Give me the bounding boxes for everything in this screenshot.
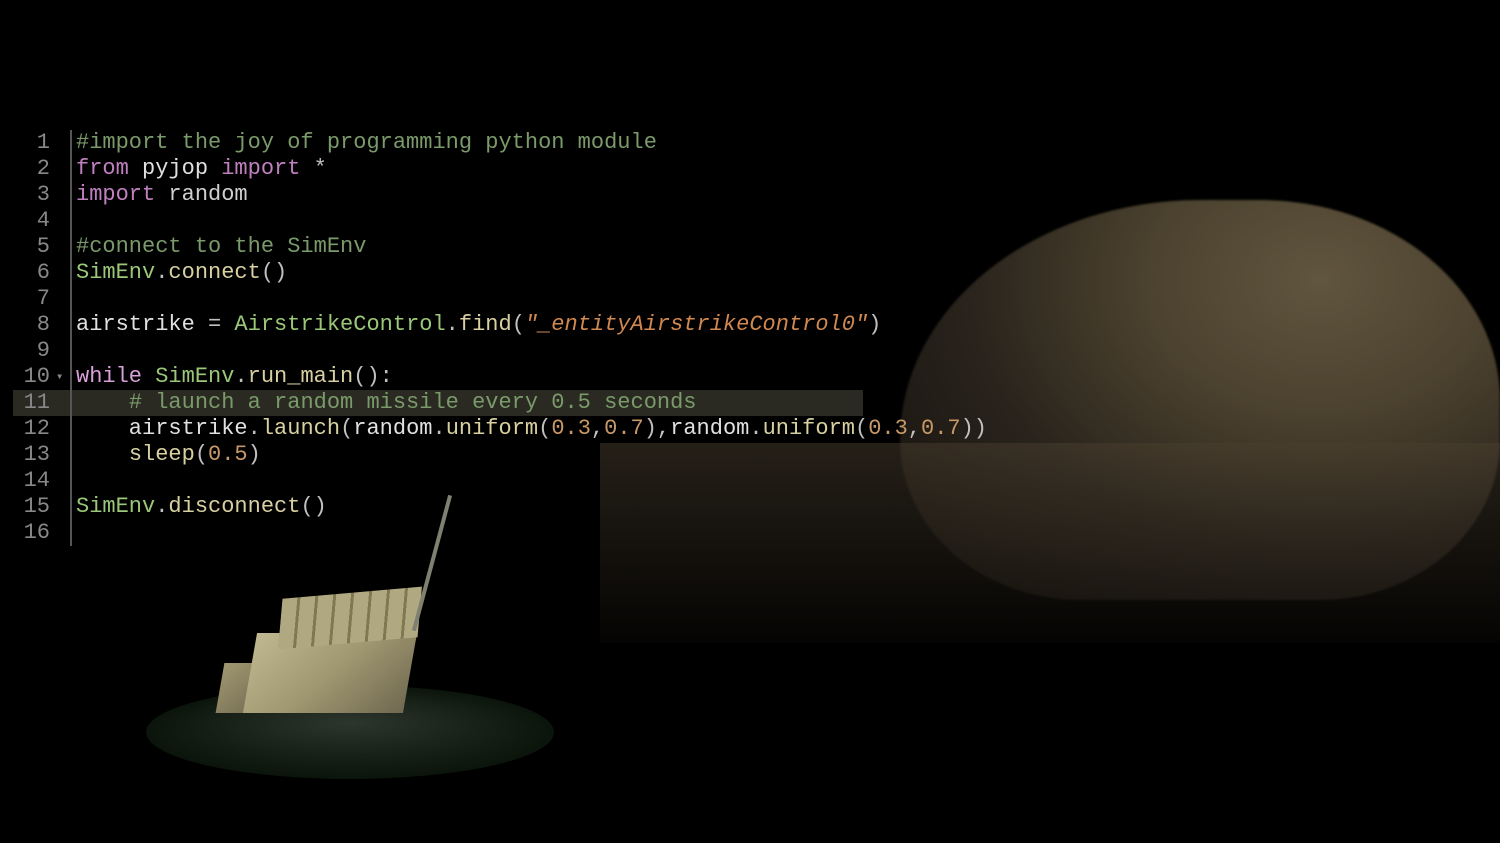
code-line-3[interactable]: 3 import random <box>18 182 987 208</box>
line-number: 12 <box>18 416 58 442</box>
gutter-bar <box>70 286 72 312</box>
gutter-bar <box>70 312 72 338</box>
line-number: 15 <box>18 494 58 520</box>
gutter-bar <box>70 468 72 494</box>
gutter-bar <box>70 182 72 208</box>
line-number: 2 <box>18 156 58 182</box>
code-content[interactable]: SimEnv.disconnect() <box>76 494 327 520</box>
gutter-bar <box>70 442 72 468</box>
code-line-1[interactable]: 1 #import the joy of programming python m… <box>18 130 987 156</box>
gutter-bar <box>70 338 72 364</box>
code-line-16[interactable]: 16 <box>18 520 987 546</box>
line-number: 8 <box>18 312 58 338</box>
code-line-11[interactable]: 11 # launch a random missile every 0.5 s… <box>13 390 863 416</box>
line-number: 11 <box>18 390 58 416</box>
code-content[interactable]: import random <box>76 182 248 208</box>
truck <box>250 593 430 733</box>
line-number: 13 <box>18 442 58 468</box>
line-number: 9 <box>18 338 58 364</box>
gutter-bar <box>70 364 72 390</box>
line-number: 14 <box>18 468 58 494</box>
code-content[interactable]: from pyjop import * <box>76 156 327 182</box>
gutter-bar <box>70 494 72 520</box>
code-line-8[interactable]: 8 airstrike = AirstrikeControl.find("_ent… <box>18 312 987 338</box>
line-number: 1 <box>18 130 58 156</box>
gutter-bar <box>70 208 72 234</box>
code-content[interactable]: SimEnv.connect() <box>76 260 287 286</box>
line-number: 5 <box>18 234 58 260</box>
code-editor[interactable]: 1 #import the joy of programming python m… <box>18 130 987 546</box>
gutter-bar <box>70 390 72 416</box>
code-content[interactable]: #connect to the SimEnv <box>76 234 366 260</box>
gutter-bar <box>70 520 72 546</box>
code-line-6[interactable]: 6 SimEnv.connect() <box>18 260 987 286</box>
code-line-15[interactable]: 15 SimEnv.disconnect() <box>18 494 987 520</box>
code-line-14[interactable]: 14 <box>18 468 987 494</box>
code-content[interactable]: sleep(0.5) <box>76 442 261 468</box>
line-number: 4 <box>18 208 58 234</box>
code-content[interactable]: airstrike.launch(random.uniform(0.3,0.7)… <box>76 416 987 442</box>
code-line-12[interactable]: 12 airstrike.launch(random.uniform(0.3,0… <box>18 416 987 442</box>
code-line-9[interactable]: 9 <box>18 338 987 364</box>
code-content[interactable]: #import the joy of programming python mo… <box>76 130 657 156</box>
fold-marker: ▾ <box>56 364 68 390</box>
gutter-bar <box>70 234 72 260</box>
line-number: 16 <box>18 520 58 546</box>
gutter-bar <box>70 260 72 286</box>
code-content[interactable]: # launch a random missile every 0.5 seco… <box>76 390 697 416</box>
code-line-5[interactable]: 5 #connect to the SimEnv <box>18 234 987 260</box>
gutter-bar <box>70 130 72 156</box>
code-line-13[interactable]: 13 sleep(0.5) <box>18 442 987 468</box>
code-line-4[interactable]: 4 <box>18 208 987 234</box>
code-line-2[interactable]: 2 from pyjop import * <box>18 156 987 182</box>
line-number: 10 <box>18 364 58 390</box>
gutter-bar <box>70 416 72 442</box>
code-line-7[interactable]: 7 <box>18 286 987 312</box>
gutter-bar <box>70 156 72 182</box>
code-content[interactable]: airstrike = AirstrikeControl.find("_enti… <box>76 312 881 338</box>
line-number: 7 <box>18 286 58 312</box>
truck-body <box>243 633 417 713</box>
code-content[interactable]: while SimEnv.run_main(): <box>76 364 393 390</box>
line-number: 3 <box>18 182 58 208</box>
code-line-10[interactable]: 10▾ while SimEnv.run_main(): <box>18 364 987 390</box>
missile-launcher-vehicle <box>150 533 550 813</box>
line-number: 6 <box>18 260 58 286</box>
